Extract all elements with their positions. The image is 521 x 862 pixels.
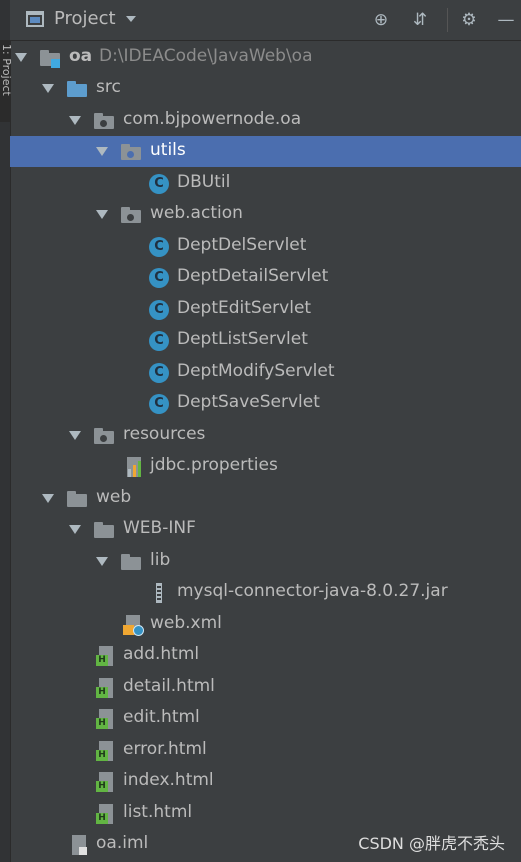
tree-label: edit.html xyxy=(123,707,200,727)
expand-arrow-icon[interactable] xyxy=(69,525,81,534)
html-file-icon: H xyxy=(96,804,116,824)
tree-row-html[interactable]: H edit.html xyxy=(10,703,521,734)
tree-row-html[interactable]: H index.html xyxy=(10,766,521,797)
locate-icon[interactable]: ⊕ xyxy=(369,8,393,32)
java-class-icon: C xyxy=(149,268,169,288)
tree-label: oa.iml xyxy=(96,833,149,853)
tree-label: resources xyxy=(123,424,206,444)
project-tree[interactable]: oa D:\IDEACode\JavaWeb\oa src com.bjpowe… xyxy=(10,41,521,862)
iml-file-icon xyxy=(69,835,89,855)
java-class-icon: C xyxy=(149,331,169,351)
expand-arrow-icon[interactable] xyxy=(69,116,81,125)
tree-row-lib[interactable]: lib xyxy=(10,546,521,577)
collapse-all-icon[interactable]: ⇵ xyxy=(408,8,432,32)
tree-label: DeptModifyServlet xyxy=(177,361,335,381)
tree-row-resources[interactable]: resources xyxy=(10,420,521,451)
tree-label: detail.html xyxy=(123,676,215,696)
project-view-icon xyxy=(26,11,44,27)
module-folder-icon xyxy=(40,48,60,68)
tree-row-servlet[interactable]: C DeptDelServlet xyxy=(10,231,521,262)
tree-label: add.html xyxy=(123,644,200,664)
tree-label: oa xyxy=(69,46,93,66)
tree-label: WEB-INF xyxy=(123,518,196,538)
folder-icon xyxy=(121,552,141,572)
java-class-icon: C xyxy=(149,174,169,194)
tree-row-servlet[interactable]: C DeptEditServlet xyxy=(10,294,521,325)
package-icon xyxy=(121,205,141,225)
tree-label: web.action xyxy=(150,203,243,223)
tree-label: jdbc.properties xyxy=(150,455,278,475)
tree-label: DeptEditServlet xyxy=(177,298,312,318)
tree-label: src xyxy=(96,77,121,97)
html-file-icon: H xyxy=(96,709,116,729)
hide-panel-icon[interactable]: — xyxy=(494,8,518,32)
source-folder-icon xyxy=(67,79,87,99)
tree-row-jar[interactable]: mysql-connector-java-8.0.27.jar xyxy=(10,577,521,608)
html-file-icon: H xyxy=(96,772,116,792)
tree-label: web.xml xyxy=(150,613,222,633)
tree-label: DBUtil xyxy=(177,172,231,192)
html-file-icon: H xyxy=(96,678,116,698)
watermark: CSDN @胖虎不秃头 xyxy=(358,834,505,853)
java-class-icon: C xyxy=(149,300,169,320)
gear-icon[interactable]: ⚙ xyxy=(457,8,481,32)
tree-row-html[interactable]: H add.html xyxy=(10,640,521,671)
tree-row-servlet[interactable]: C DeptSaveServlet xyxy=(10,388,521,419)
tree-label: lib xyxy=(150,550,171,570)
package-icon xyxy=(94,111,114,131)
resources-folder-icon xyxy=(94,426,114,446)
tree-row-jdbc-properties[interactable]: jdbc.properties xyxy=(10,451,521,482)
tree-row-web-xml[interactable]: web.xml xyxy=(10,609,521,640)
properties-file-icon xyxy=(124,457,144,477)
xml-file-icon xyxy=(123,615,144,636)
tree-label: index.html xyxy=(123,770,214,790)
expand-arrow-icon[interactable] xyxy=(15,53,27,62)
project-view-selector[interactable]: Project xyxy=(54,8,116,29)
tree-label: DeptDelServlet xyxy=(177,235,307,255)
tree-label: error.html xyxy=(123,739,207,759)
tree-label: list.html xyxy=(123,802,193,822)
tree-label: DeptSaveServlet xyxy=(177,392,320,412)
html-file-icon: H xyxy=(96,646,116,666)
tree-row-package-root[interactable]: com.bjpowernode.oa xyxy=(10,105,521,136)
tree-row-dbutil[interactable]: C DBUtil xyxy=(10,168,521,199)
tree-label: DeptDetailServlet xyxy=(177,266,329,286)
expand-arrow-icon[interactable] xyxy=(96,557,108,566)
tree-row-web-inf[interactable]: WEB-INF xyxy=(10,514,521,545)
tree-row-servlet[interactable]: C DeptModifyServlet xyxy=(10,357,521,388)
package-icon xyxy=(121,142,141,162)
tree-label: utils xyxy=(150,140,186,160)
expand-arrow-icon[interactable] xyxy=(69,431,81,440)
tree-row-servlet[interactable]: C DeptListServlet xyxy=(10,325,521,356)
tree-row-html[interactable]: H detail.html xyxy=(10,672,521,703)
folder-icon xyxy=(67,489,87,509)
tree-row-servlet[interactable]: C DeptDetailServlet xyxy=(10,262,521,293)
tree-label: mysql-connector-java-8.0.27.jar xyxy=(177,581,448,601)
header-divider xyxy=(447,8,448,32)
tree-label: com.bjpowernode.oa xyxy=(123,109,302,129)
java-class-icon: C xyxy=(149,363,169,383)
tree-row-oa[interactable]: oa D:\IDEACode\JavaWeb\oa xyxy=(10,42,521,73)
expand-arrow-icon[interactable] xyxy=(42,494,54,503)
tree-row-utils[interactable]: utils xyxy=(10,136,521,167)
module-path: D:\IDEACode\JavaWeb\oa xyxy=(99,46,313,66)
expand-arrow-icon[interactable] xyxy=(96,147,108,156)
tree-row-html[interactable]: H list.html xyxy=(10,798,521,829)
java-class-icon: C xyxy=(149,394,169,414)
tree-label: web xyxy=(96,487,132,507)
tree-row-web-action[interactable]: web.action xyxy=(10,199,521,230)
chevron-down-icon[interactable] xyxy=(126,16,136,22)
folder-icon xyxy=(94,520,114,540)
tree-row-html[interactable]: H error.html xyxy=(10,735,521,766)
html-file-icon: H xyxy=(96,741,116,761)
expand-arrow-icon[interactable] xyxy=(42,84,54,93)
tree-row-web[interactable]: web xyxy=(10,483,521,514)
tree-label: DeptListServlet xyxy=(177,329,308,349)
expand-arrow-icon[interactable] xyxy=(96,210,108,219)
jar-file-icon xyxy=(150,583,170,603)
project-panel-header: Project ⊕ ⇵ ⚙ — xyxy=(10,0,521,41)
java-class-icon: C xyxy=(149,237,169,257)
tree-row-src[interactable]: src xyxy=(10,73,521,104)
